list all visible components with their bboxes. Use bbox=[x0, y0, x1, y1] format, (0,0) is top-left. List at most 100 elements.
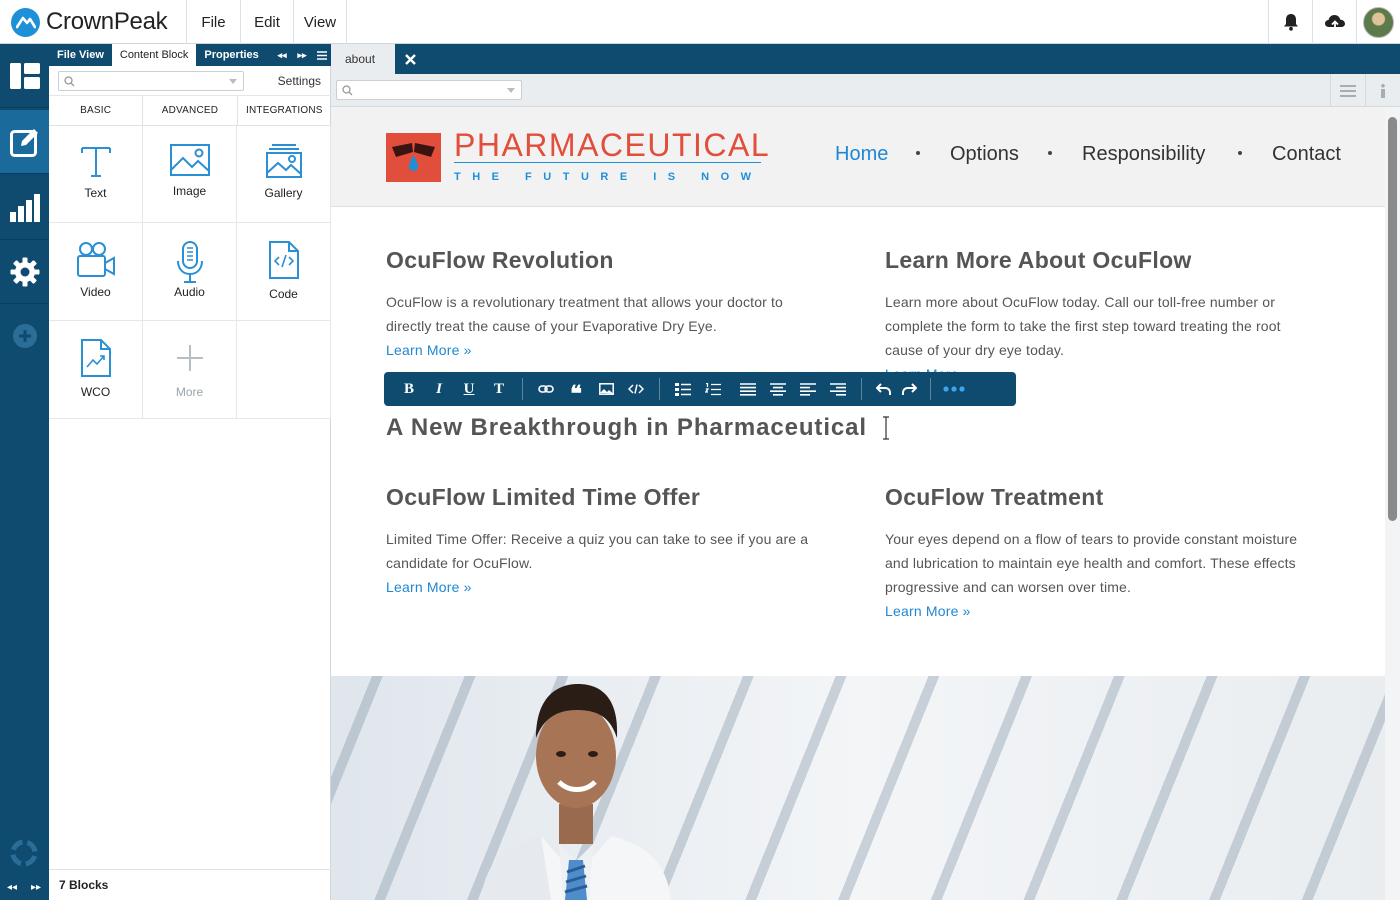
block-label: Text bbox=[84, 186, 107, 200]
double-chevron-left-icon: ◂◂ bbox=[7, 882, 18, 893]
link-icon bbox=[538, 385, 554, 393]
nav-home[interactable]: Home bbox=[835, 143, 888, 166]
block-label: Gallery bbox=[264, 186, 303, 200]
panel-search-row: Settings bbox=[49, 66, 331, 96]
lifebuoy-icon bbox=[10, 839, 38, 867]
learn-more-link[interactable]: Learn More » bbox=[885, 603, 971, 619]
gear-icon bbox=[10, 257, 39, 286]
section-text[interactable]: Learn more about OcuFlow today. Call our… bbox=[885, 290, 1281, 362]
justify-button[interactable] bbox=[733, 372, 763, 406]
rail-add[interactable] bbox=[0, 304, 49, 368]
site-logo-tagline: THE FUTURE IS NOW bbox=[454, 171, 763, 183]
settings-link[interactable]: Settings bbox=[278, 74, 321, 88]
tab-file-view[interactable]: File View bbox=[49, 44, 112, 66]
bold-button[interactable]: B bbox=[394, 372, 424, 406]
bullet-list-button[interactable] bbox=[668, 372, 698, 406]
menu-edit[interactable]: Edit bbox=[241, 0, 294, 44]
help-button[interactable] bbox=[10, 839, 38, 872]
nav-contact[interactable]: Contact bbox=[1272, 143, 1341, 166]
quote-button[interactable]: ❝ bbox=[561, 372, 591, 406]
bar-chart-icon bbox=[9, 193, 40, 222]
image-icon bbox=[598, 383, 614, 395]
block-wco[interactable]: WCO bbox=[49, 321, 143, 419]
close-tab-button[interactable] bbox=[395, 44, 425, 74]
panel-prev-button[interactable]: ◂◂ bbox=[272, 44, 292, 66]
code-icon bbox=[628, 384, 644, 394]
underline-button[interactable]: U bbox=[454, 372, 484, 406]
block-gallery[interactable]: Gallery bbox=[237, 126, 331, 223]
clear-format-button[interactable]: T bbox=[484, 372, 514, 406]
rail-settings[interactable] bbox=[0, 240, 49, 304]
add-circle-icon bbox=[12, 324, 37, 348]
rail-analytics[interactable] bbox=[0, 176, 49, 240]
undo-icon bbox=[875, 382, 891, 395]
category-tabs: BASIC ADVANCED INTEGRATIONS bbox=[49, 96, 331, 126]
link-button[interactable] bbox=[531, 372, 561, 406]
block-label: More bbox=[175, 385, 204, 399]
italic-button[interactable]: I bbox=[424, 372, 454, 406]
section-text[interactable]: Your eyes depend on a flow of tears to p… bbox=[885, 527, 1297, 599]
learn-more-link[interactable]: Learn More » bbox=[386, 579, 472, 595]
numbered-list-button[interactable] bbox=[698, 372, 728, 406]
text-cursor-icon bbox=[883, 416, 889, 440]
section-title[interactable]: OcuFlow Limited Time Offer bbox=[386, 484, 700, 511]
block-text[interactable]: Text bbox=[49, 126, 143, 223]
document-toolbar bbox=[331, 74, 1400, 107]
crownpeak-logo[interactable]: CrownPeak bbox=[0, 0, 187, 44]
rail-editor[interactable] bbox=[0, 110, 49, 174]
publish-button[interactable] bbox=[1312, 0, 1356, 44]
more-options-button[interactable] bbox=[939, 372, 969, 406]
section-text[interactable]: Limited Time Offer: Receive a quiz you c… bbox=[386, 527, 808, 575]
nav-options[interactable]: Options bbox=[950, 143, 1019, 166]
tab-content-block[interactable]: Content Block bbox=[111, 44, 197, 66]
tab-basic[interactable]: BASIC bbox=[49, 96, 144, 125]
list-view-button[interactable] bbox=[1330, 74, 1365, 107]
learn-more-link[interactable]: Learn More » bbox=[386, 342, 472, 358]
section-title[interactable]: OcuFlow Treatment bbox=[885, 484, 1104, 511]
code-view-button[interactable] bbox=[621, 372, 651, 406]
dashboard-icon bbox=[9, 62, 40, 89]
rail-collapse-button[interactable]: ◂◂ bbox=[7, 882, 17, 893]
bullet-list-icon bbox=[675, 382, 691, 396]
editable-headline[interactable]: A New Breakthrough in Pharmaceutical bbox=[386, 414, 867, 442]
clear-format-icon: T bbox=[493, 380, 504, 397]
panel-menu-button[interactable] bbox=[312, 44, 331, 66]
block-label: Video bbox=[80, 285, 111, 299]
nav-responsibility[interactable]: Responsibility bbox=[1082, 143, 1205, 166]
align-left-button[interactable] bbox=[793, 372, 823, 406]
scrollbar-thumb[interactable] bbox=[1388, 117, 1397, 521]
video-icon bbox=[76, 242, 115, 277]
section-text[interactable]: OcuFlow is a revolutionary treatment tha… bbox=[386, 290, 783, 338]
info-button[interactable] bbox=[1365, 74, 1400, 107]
section-title[interactable]: OcuFlow Revolution bbox=[386, 247, 614, 274]
redo-button[interactable] bbox=[896, 372, 922, 406]
block-code[interactable]: Code bbox=[237, 223, 331, 321]
rail-dashboard[interactable] bbox=[0, 44, 49, 108]
panel-next-button[interactable]: ▸▸ bbox=[292, 44, 312, 66]
panel-tabs: File View Content Block Properties ◂◂ ▸▸ bbox=[49, 44, 331, 66]
insert-image-button[interactable] bbox=[591, 372, 621, 406]
microphone-icon bbox=[176, 241, 203, 283]
block-video[interactable]: Video bbox=[49, 223, 143, 321]
block-search-input[interactable] bbox=[58, 71, 244, 91]
tab-integrations[interactable]: INTEGRATIONS bbox=[238, 96, 331, 125]
section-title[interactable]: Learn More About OcuFlow bbox=[885, 247, 1192, 274]
undo-button[interactable] bbox=[870, 372, 896, 406]
block-audio[interactable]: Audio bbox=[143, 223, 237, 321]
align-right-button[interactable] bbox=[823, 372, 853, 406]
menu-file[interactable]: File bbox=[187, 0, 241, 44]
page-scrollbar[interactable] bbox=[1385, 107, 1400, 900]
menu-view[interactable]: View bbox=[294, 0, 347, 44]
tab-about[interactable]: about bbox=[331, 44, 395, 74]
tab-properties[interactable]: Properties bbox=[196, 44, 266, 66]
toolbar-divider bbox=[522, 378, 523, 400]
user-menu[interactable] bbox=[1356, 0, 1400, 44]
content-block-panel: File View Content Block Properties ◂◂ ▸▸… bbox=[49, 44, 331, 900]
notifications-button[interactable] bbox=[1268, 0, 1312, 44]
rail-expand-button[interactable]: ▸▸ bbox=[31, 882, 41, 893]
tab-advanced[interactable]: ADVANCED bbox=[143, 96, 238, 125]
document-search-input[interactable] bbox=[336, 80, 522, 100]
block-more[interactable]: More bbox=[143, 321, 237, 419]
align-center-button[interactable] bbox=[763, 372, 793, 406]
block-image[interactable]: Image bbox=[143, 126, 237, 223]
